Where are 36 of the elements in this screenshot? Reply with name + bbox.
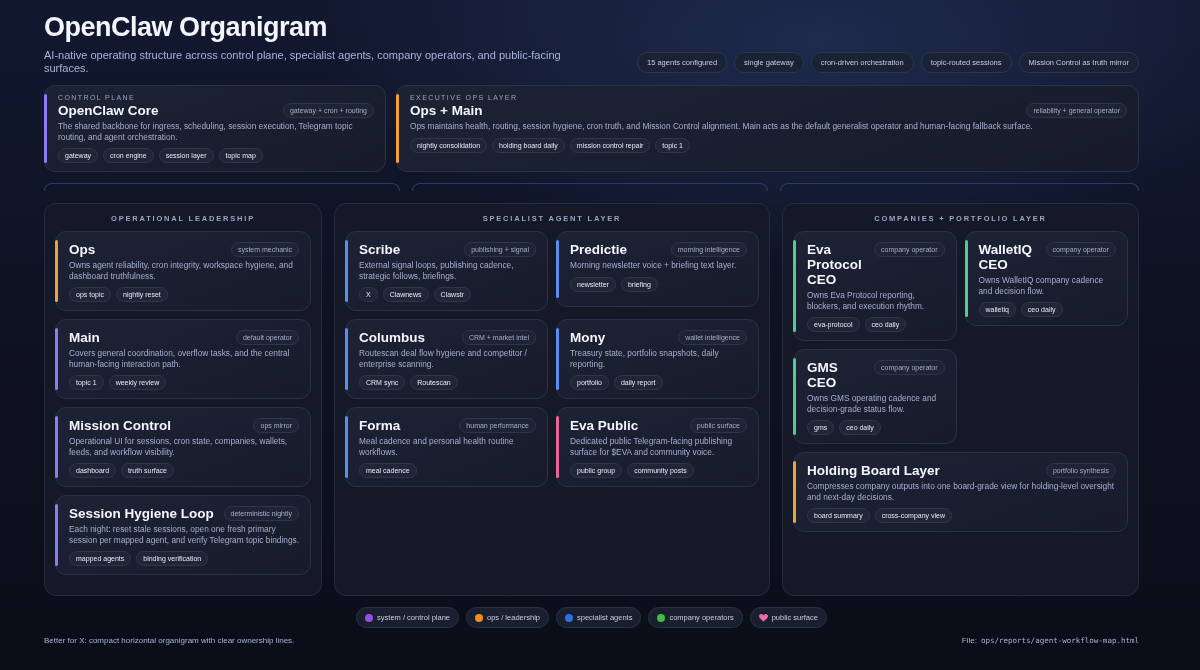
card-description: Compresses company outputs into one board-grade view for holding-level oversight and next-day decisions.: [807, 481, 1116, 502]
card-title: OpenClaw Core: [58, 103, 159, 118]
card-description: Routescan deal flow hygiene and competitor / enterprise scanning.: [359, 348, 528, 369]
card-description: Owns GMS operating cadence and decision-grade status flow.: [807, 393, 938, 414]
card-title: Session Hygiene Loop: [69, 506, 214, 521]
card-title: GMS CEO: [807, 360, 839, 390]
card-title: Mony: [570, 330, 606, 345]
card-title: Forma: [359, 418, 401, 433]
card-title: Eva Protocol CEO: [807, 242, 863, 287]
card-description: Owns agent reliability, cron integrity, workspace hygiene, and dashboard truthfulness.: [69, 260, 294, 281]
card-description: Morning newsletter voice + briefing text layer.: [570, 260, 738, 271]
page-title: OpenClaw Organigram: [44, 12, 329, 43]
card-description: Dedicated public Telegram-facing publishing surface for $EVA and community voice.: [570, 436, 734, 457]
card-description: The shared backbone for ingress, scheduling, session execution, Telegram topic routing, and agent orchestration.: [58, 121, 354, 142]
card-description: Covers general coordination, overflow tasks, and the central human-facing interaction path.: [69, 348, 291, 369]
card-title: Predictie: [570, 242, 628, 257]
card-description: Operational UI for sessions, cron state, companies, wallets, feeds, and workflow visibility.: [69, 436, 289, 457]
card-description: Each night: reset stale sessions, open one fresh primary session per mapped agent, and verify Telegram topic bindings.: [69, 524, 299, 545]
card-title: Ops: [69, 242, 96, 257]
card-description: Owns WalletIQ company cadence and decision flow.: [978, 275, 1105, 296]
card-title: Mission Control: [69, 418, 171, 433]
footer-note: Better for X: compact horizontal organigram with clear ownership lines.: [44, 636, 295, 645]
card-description: Meal cadence and personal health routine workflows.: [359, 436, 515, 457]
card-title: Ops + Main: [410, 103, 483, 118]
file-label: File:: [961, 636, 977, 645]
card-title: Main: [69, 330, 100, 345]
card-title: Columbus: [359, 330, 425, 345]
card-description: Owns Eva Protocol reporting, blockers, and execution rhythm.: [807, 290, 926, 311]
card-description: Treasury state, portfolio snapshots, daily reporting.: [570, 348, 720, 369]
card-title: Eva Public: [570, 418, 639, 433]
card-title: WalletIQ CEO: [978, 242, 1033, 272]
card-title: Scribe: [359, 242, 401, 257]
page-subtitle: AI-native operating structure across control plane, specialist agents, company operators, and public-facing surfaces.: [44, 49, 562, 75]
card-description: External signal loops, publishing cadence, strategic follows, briefings.: [359, 260, 515, 281]
card-title: Holding Board Layer: [807, 463, 940, 478]
card-description: Ops maintains health, routing, session hygiene, cron truth, and Mission Control alignment. Main acts as the default generalist operator and human-facing fallback surface.: [410, 121, 1034, 132]
